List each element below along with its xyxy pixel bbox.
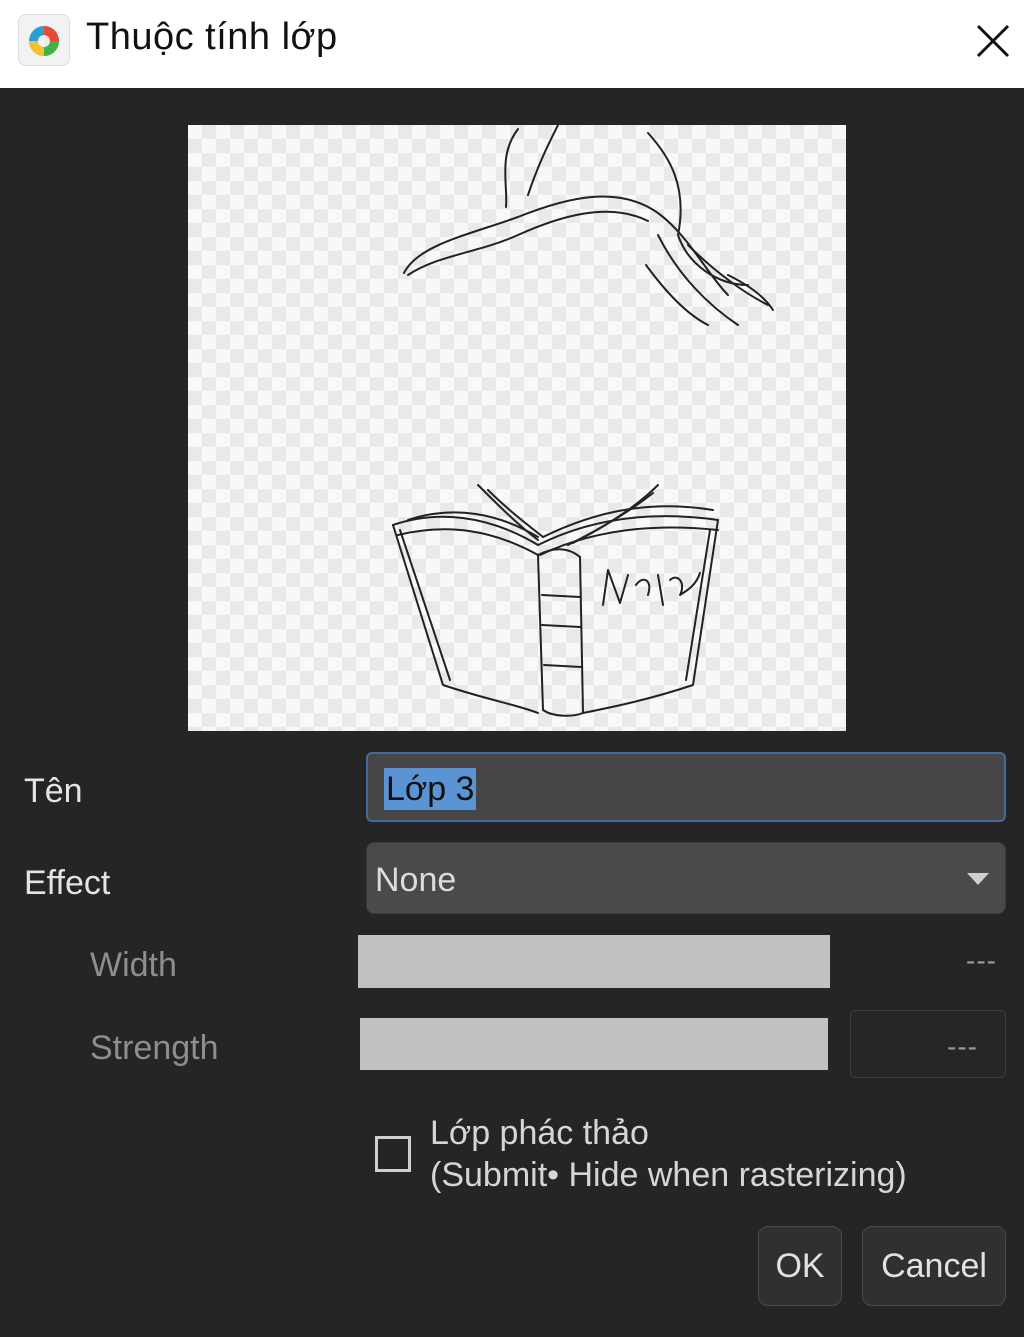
draft-layer-label: Lớp phác thảo xyxy=(430,1114,649,1152)
effect-select-value: None xyxy=(375,861,457,899)
width-label: Width xyxy=(90,946,177,984)
close-button[interactable] xyxy=(962,8,1024,74)
strength-slider[interactable] xyxy=(360,1018,828,1070)
ok-button[interactable]: OK xyxy=(758,1226,842,1306)
strength-number-input[interactable]: --- xyxy=(850,1010,1006,1078)
close-icon xyxy=(976,24,1010,58)
chevron-down-icon xyxy=(967,873,989,885)
dialog-title: Thuộc tính lớp xyxy=(86,16,338,58)
draft-layer-sublabel: (Submit• Hide when rasterizing) xyxy=(430,1156,907,1194)
draft-layer-checkbox[interactable] xyxy=(375,1136,411,1172)
name-input[interactable]: Lớp 3 xyxy=(366,752,1006,822)
layer-preview xyxy=(188,124,846,731)
effect-select[interactable]: None xyxy=(366,842,1006,914)
strength-value: --- xyxy=(947,1031,978,1062)
cancel-button[interactable]: Cancel xyxy=(862,1226,1006,1306)
strength-label: Strength xyxy=(90,1029,219,1067)
title-bar: Thuộc tính lớp xyxy=(0,0,1024,88)
app-icon xyxy=(18,14,70,66)
name-input-selected-text: Lớp 3 xyxy=(384,768,477,810)
width-slider[interactable] xyxy=(358,935,830,988)
name-label: Tên xyxy=(24,772,83,810)
layer-sketch-image xyxy=(392,124,774,717)
width-value: --- xyxy=(966,945,997,976)
effect-label: Effect xyxy=(24,864,111,902)
